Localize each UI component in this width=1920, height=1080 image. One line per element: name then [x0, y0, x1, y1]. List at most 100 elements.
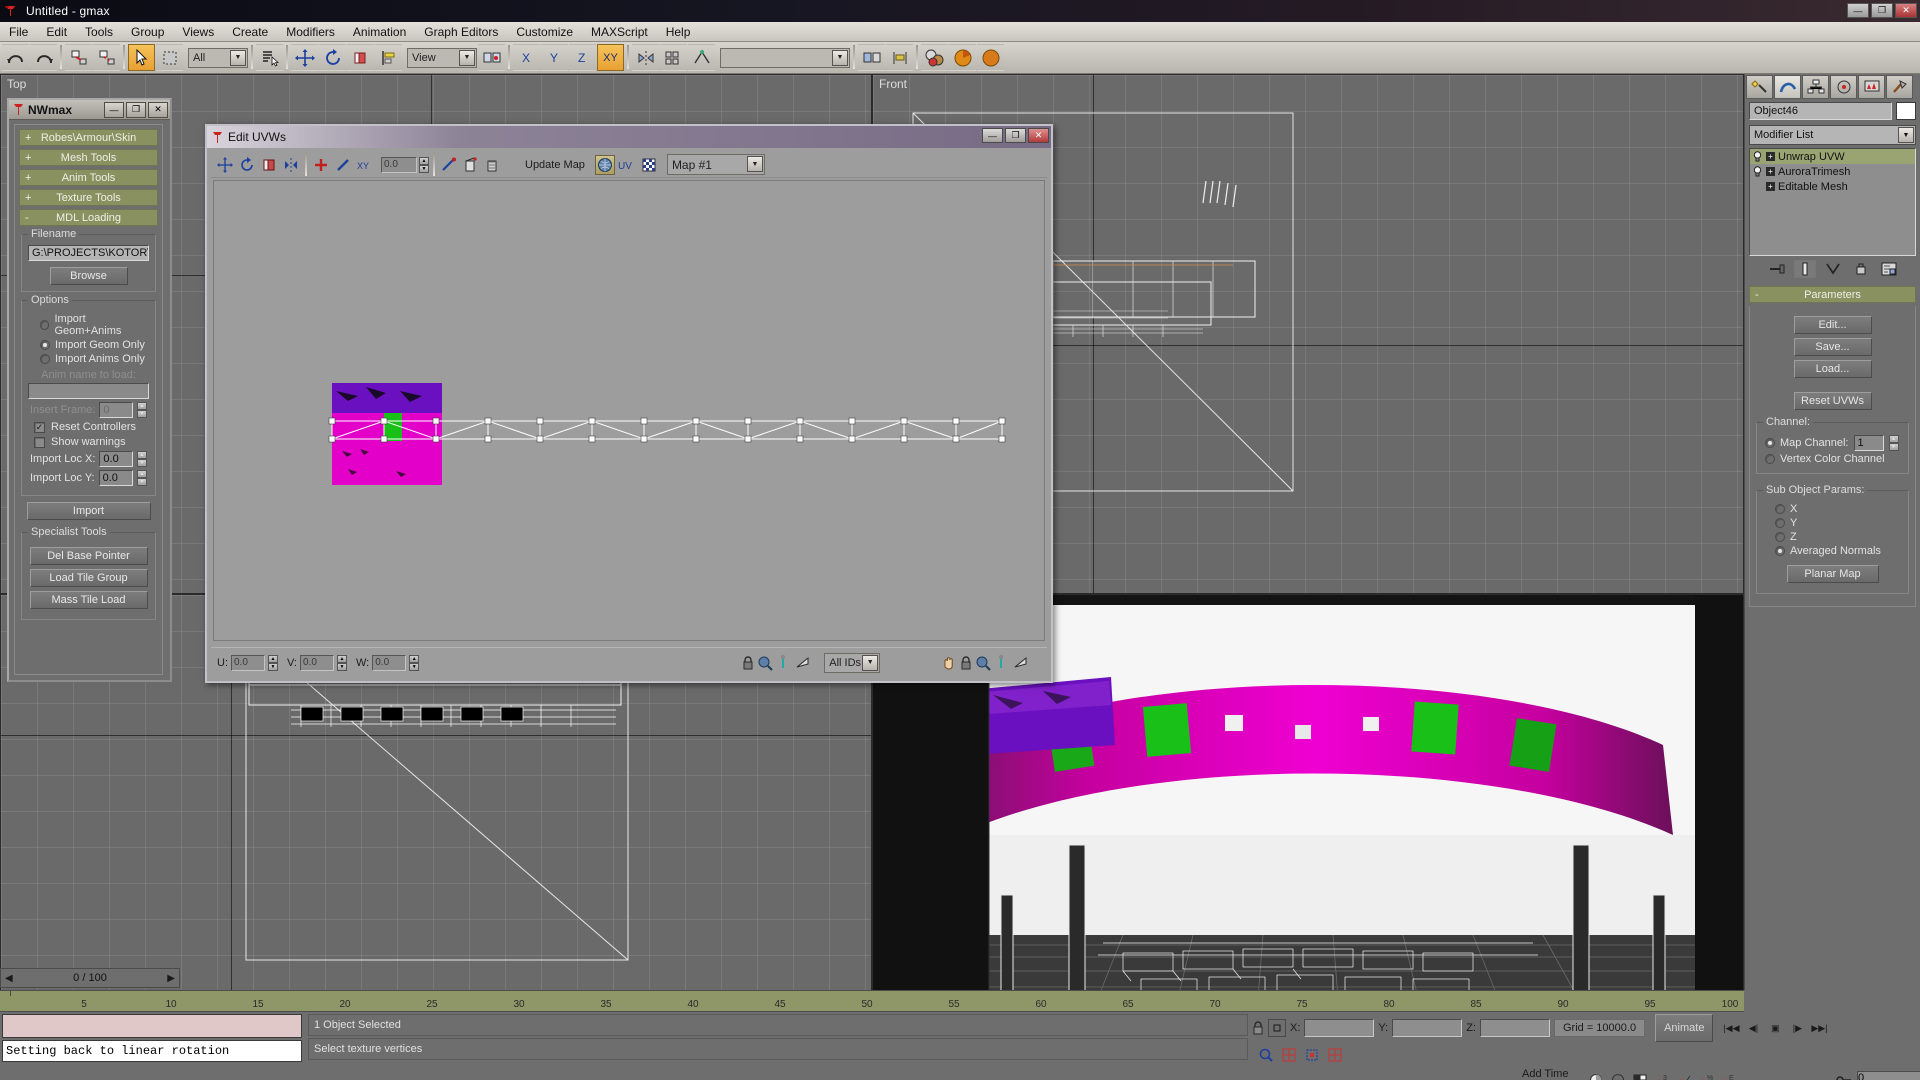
expand-icon[interactable]: +: [1766, 167, 1775, 176]
edit-button[interactable]: Edit...: [1793, 316, 1872, 334]
menu-item-views[interactable]: Views: [173, 23, 223, 41]
lock-selection-icon[interactable]: [960, 655, 972, 671]
x-coord-field[interactable]: [1304, 1019, 1375, 1037]
mass-tile-load-button[interactable]: Mass Tile Load: [29, 591, 148, 609]
rollup-texture-tools[interactable]: + Texture Tools: [19, 189, 158, 206]
add-time-tag-label[interactable]: Add Time Tag: [1522, 1068, 1583, 1080]
menu-item-edit[interactable]: Edit: [37, 23, 76, 41]
use-pivot-center-icon[interactable]: [478, 44, 505, 71]
anim-name-input[interactable]: [28, 383, 149, 399]
save-button[interactable]: Save...: [1793, 338, 1872, 356]
target-weld-icon[interactable]: [439, 155, 459, 175]
browse-button[interactable]: Browse: [49, 267, 128, 285]
freeform-icon[interactable]: [461, 155, 481, 175]
zoom-all-icon[interactable]: [1279, 1046, 1299, 1064]
redo-icon[interactable]: [30, 44, 57, 71]
hierarchy-tab-icon[interactable]: [1802, 75, 1829, 99]
update-map-label[interactable]: Update Map: [525, 159, 585, 171]
zoom-extents-icon[interactable]: [975, 655, 991, 671]
render-shaded-icon[interactable]: [1587, 1071, 1605, 1080]
z-coord-field[interactable]: [1479, 1019, 1550, 1037]
pin-stack-icon[interactable]: [1766, 260, 1788, 278]
menu-item-group[interactable]: Group: [122, 23, 173, 41]
menu-item-create[interactable]: Create: [223, 23, 277, 41]
modifier-stack-item-auroratrimesh[interactable]: + AuroraTrimesh: [1750, 164, 1915, 179]
expand-icon[interactable]: +: [1766, 152, 1775, 161]
w-spinner[interactable]: ▲ ▼: [409, 654, 420, 671]
select-link-icon[interactable]: [65, 44, 92, 71]
mirror-selected-icon[interactable]: [858, 44, 885, 71]
motion-tab-icon[interactable]: [1830, 75, 1857, 99]
rollup-anim-tools[interactable]: + Anim Tools: [19, 169, 158, 186]
weld-icon[interactable]: [311, 155, 331, 175]
import-loc-x-spinner[interactable]: ▲ ▼: [137, 451, 147, 467]
minimize-button[interactable]: —: [1847, 3, 1869, 18]
map-channel-input[interactable]: 1: [1853, 435, 1884, 451]
insert-frame-input[interactable]: 0: [99, 402, 133, 418]
modifier-list-combo[interactable]: Modifier List ▼: [1749, 125, 1916, 145]
display-tab-icon[interactable]: [1858, 75, 1885, 99]
zoom-icon[interactable]: [757, 655, 773, 671]
uvw-value-field[interactable]: 0.0: [381, 156, 417, 173]
menu-item-graph-editors[interactable]: Graph Editors: [415, 23, 507, 41]
menu-item-tools[interactable]: Tools: [76, 23, 122, 41]
selection-lock-icon[interactable]: [1252, 1020, 1264, 1036]
absolute-relative-toggle-icon[interactable]: [1268, 1019, 1286, 1037]
insert-frame-spinner[interactable]: ▲ ▼: [137, 402, 147, 418]
menu-item-animation[interactable]: Animation: [344, 23, 415, 41]
nwmax-close-button[interactable]: ✕: [148, 101, 168, 118]
hand-icon[interactable]: [941, 655, 957, 671]
axis-constraint-xy-icon[interactable]: XY: [597, 44, 624, 71]
material-id-combo[interactable]: All IDs ▼: [824, 652, 881, 673]
checker-pattern-icon[interactable]: [639, 155, 659, 175]
y-coord-field[interactable]: [1392, 1019, 1463, 1037]
maximize-button[interactable]: ❐: [1871, 3, 1893, 18]
radio-vertex-color-channel[interactable]: Vertex Color Channel: [1765, 453, 1902, 465]
frame-next-arrow-icon[interactable]: ▶: [167, 973, 175, 984]
select-and-move-icon[interactable]: [291, 44, 318, 71]
chevron-down-icon[interactable]: ▼: [746, 156, 763, 172]
percent-snap-icon[interactable]: %: [1697, 1071, 1715, 1080]
material-editor-icon[interactable]: [921, 44, 948, 71]
key-mode-icon[interactable]: ▣: [1765, 1019, 1785, 1037]
unlink-icon[interactable]: [93, 44, 120, 71]
utilities-tab-icon[interactable]: [1886, 75, 1913, 99]
modifier-stack[interactable]: + Unwrap UVW + AuroraTrimesh + Editable …: [1749, 148, 1916, 256]
align-tool-icon[interactable]: [886, 44, 913, 71]
u-field[interactable]: 0.0: [231, 654, 265, 671]
break-icon[interactable]: [333, 155, 353, 175]
show-end-result-icon[interactable]: [1793, 260, 1816, 278]
go-to-start-icon[interactable]: |◀◀: [1721, 1019, 1741, 1037]
previous-frame-icon[interactable]: ◀|: [1743, 1019, 1763, 1037]
align-icon[interactable]: [375, 44, 402, 71]
pan-icon[interactable]: [795, 655, 811, 671]
relax-icon[interactable]: [483, 155, 503, 175]
scale-icon[interactable]: [259, 155, 279, 175]
load-button[interactable]: Load...: [1793, 360, 1872, 378]
make-unique-icon[interactable]: [1822, 260, 1844, 278]
planar-map-button[interactable]: Planar Map: [1786, 565, 1879, 583]
reference-coordinate-combo[interactable]: View ▼: [407, 47, 477, 68]
reset-uvws-button[interactable]: Reset UVWs: [1793, 392, 1872, 410]
light-bulb-icon[interactable]: [1752, 151, 1763, 162]
go-to-end-icon[interactable]: ▶▶|: [1809, 1019, 1829, 1037]
zoom-region-icon[interactable]: [776, 654, 792, 671]
configure-sets-icon[interactable]: [1878, 260, 1900, 278]
move-icon[interactable]: [215, 155, 235, 175]
import-loc-x-input[interactable]: 0.0: [99, 451, 133, 467]
snap-toggle-icon[interactable]: [688, 44, 715, 71]
uvw-edit-canvas[interactable]: [213, 180, 1045, 641]
edit-uvws-dialog[interactable]: Edit UVWs — ❐ ✕ XY 0.0 ▲ ▼ Update Map UV…: [205, 124, 1053, 683]
axis-constraint-x-icon[interactable]: X: [513, 44, 540, 71]
timeline-track-bar[interactable]: 5 10 15 20 25 30 35 40 45 50 55 60 65 70…: [0, 990, 1744, 1012]
menu-item-file[interactable]: File: [0, 23, 37, 41]
map-channel-spinner[interactable]: ▲ ▼: [1888, 435, 1899, 451]
modifier-stack-item-editable-mesh[interactable]: + Editable Mesh: [1750, 179, 1915, 194]
checkbox-show-warnings[interactable]: Show warnings: [34, 436, 149, 448]
animate-button[interactable]: Animate: [1655, 1014, 1714, 1042]
menu-item-maxscript[interactable]: MAXScript: [582, 23, 657, 41]
object-name-field[interactable]: Object46: [1749, 102, 1892, 120]
expand-icon[interactable]: +: [1766, 182, 1775, 191]
key-frame-field[interactable]: 0: [1857, 1071, 1920, 1080]
array-icon[interactable]: [660, 44, 687, 71]
